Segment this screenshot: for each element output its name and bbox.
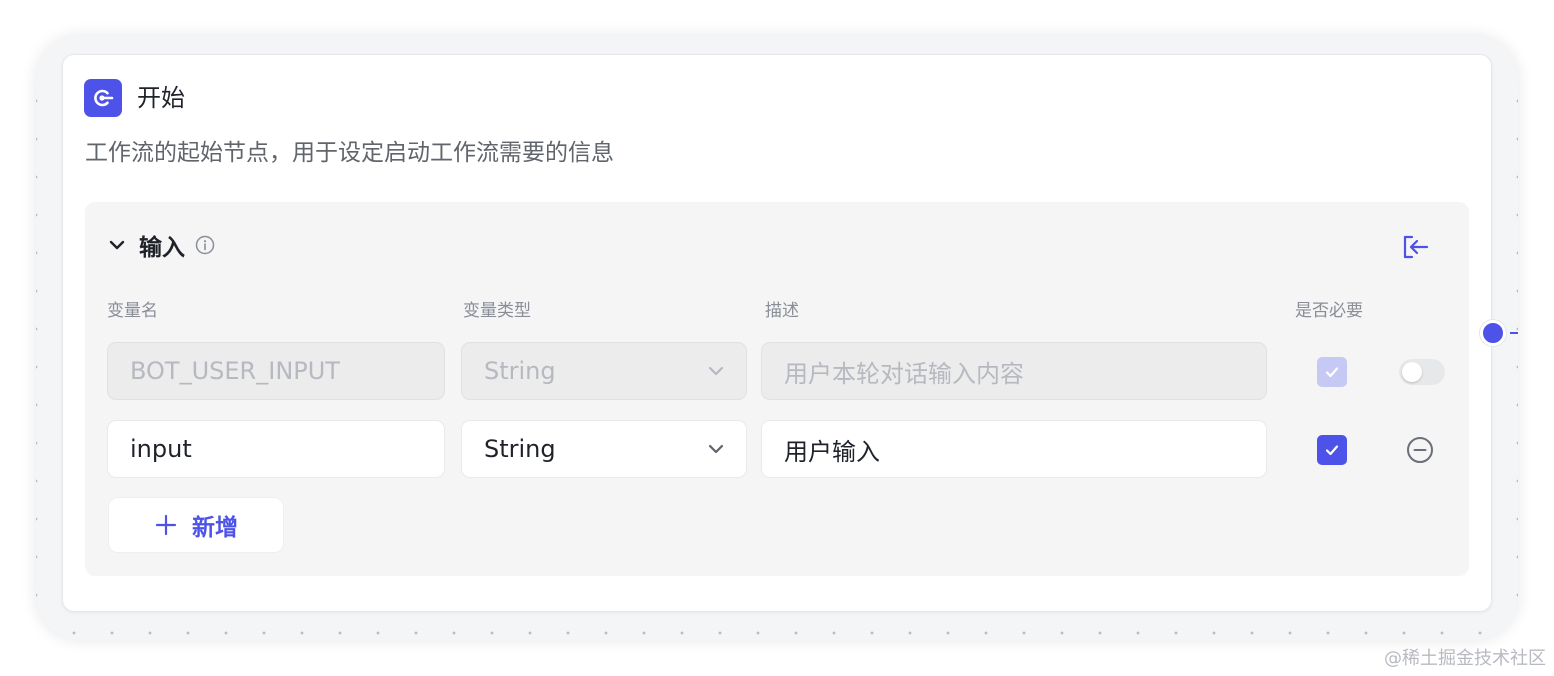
remove-variable-icon[interactable] <box>1405 435 1435 465</box>
variable-type-value: String <box>484 357 556 385</box>
chevron-down-icon <box>704 437 728 461</box>
import-variables-icon[interactable] <box>1401 232 1431 262</box>
add-variable-label: 新增 <box>192 515 238 541</box>
required-checkbox[interactable] <box>1317 435 1347 465</box>
variable-description-input[interactable]: 用户输入 <box>761 420 1267 478</box>
column-header-type: 变量类型 <box>463 301 531 321</box>
variable-description-value: 用户本轮对话输入内容 <box>784 359 1024 388</box>
column-header-required: 是否必要 <box>1295 301 1363 321</box>
variable-type-value: String <box>484 435 556 463</box>
input-section: 输入 变量名 变量类型 描述 是否必要 BOT_USER_INPUT Strin… <box>85 202 1469 576</box>
start-node-card[interactable]: 开始 工作流的起始节点，用于设定启动工作流需要的信息 输入 变量名 变量类型 描… <box>62 54 1492 612</box>
watermark: @稀土掘金技术社区 <box>1384 648 1546 669</box>
node-title: 开始 <box>137 84 185 112</box>
add-variable-button[interactable]: 新增 <box>109 498 283 552</box>
variable-description-value: 用户输入 <box>784 437 880 466</box>
column-header-description: 描述 <box>765 301 799 321</box>
chevron-down-icon[interactable] <box>105 233 129 257</box>
column-header-name: 变量名 <box>107 301 158 321</box>
input-section-title: 输入 <box>139 235 185 261</box>
variable-name-input[interactable]: BOT_USER_INPUT <box>107 342 445 400</box>
output-connection-line <box>1510 332 1518 334</box>
variable-name-input[interactable]: input <box>107 420 445 478</box>
variable-name-value: BOT_USER_INPUT <box>130 357 340 385</box>
node-description: 工作流的起始节点，用于设定启动工作流需要的信息 <box>85 140 614 166</box>
variable-name-value: input <box>130 435 192 463</box>
output-port-handle[interactable] <box>1480 320 1506 346</box>
chevron-down-icon <box>704 359 728 383</box>
variable-description-input[interactable]: 用户本轮对话输入内容 <box>761 342 1267 400</box>
required-checkbox[interactable] <box>1317 357 1347 387</box>
input-section-header: 输入 <box>105 230 215 261</box>
toggle-knob <box>1402 362 1422 382</box>
variable-toggle[interactable] <box>1399 359 1445 385</box>
variable-type-select[interactable]: String <box>461 342 747 400</box>
start-node-icon <box>84 79 122 117</box>
info-icon[interactable] <box>195 235 215 255</box>
plus-icon <box>154 513 178 537</box>
variable-type-select[interactable]: String <box>461 420 747 478</box>
